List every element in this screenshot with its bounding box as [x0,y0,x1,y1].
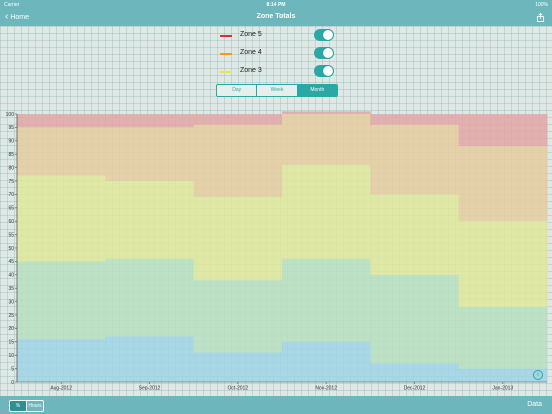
share-icon[interactable] [536,13,545,22]
segment-month[interactable]: Month [296,85,337,96]
area-band-0-4 [370,363,460,382]
y-tick-label: 25 [8,313,14,319]
y-tick-label: 30 [8,299,14,305]
y-tick-label: 50 [8,246,14,252]
toggle-knob [323,48,333,58]
y-tick-label: 65 [8,206,14,212]
page-title: Zone Totals [256,13,296,20]
area-band-0-0 [17,339,106,382]
area-band-2-5 [458,221,548,307]
zone-4-label: Zone 4 [240,49,262,56]
unit-segmented-control: % Hours [9,400,44,412]
x-tick-label: Aug-2012 [50,386,72,392]
segment-percent[interactable]: % [10,401,26,411]
navigation-bar: ‹ Home Zone Totals [0,10,552,26]
data-button[interactable]: Data [527,401,542,408]
zone-row-4: Zone 4 [220,47,340,61]
area-band-4-4 [370,114,460,125]
y-tick-label: 55 [8,232,14,238]
area-band-1-4 [370,274,460,364]
x-tick-label: Sep-2012 [139,386,161,392]
area-band-1-2 [193,280,283,353]
zone-5-swatch [220,35,232,37]
segment-week[interactable]: Week [256,85,296,96]
status-time: 8:14 PM [266,2,286,8]
zone-totals-chart: 0 5 10 15 20 25 30 35 40 45 50 55 60 65 70 75 80 85 90 95 10… [6,111,548,392]
y-tick-label: 40 [8,273,14,279]
zone-3-swatch [220,71,232,73]
x-tick-label: Nov-2012 [315,386,337,392]
y-tick-label: 85 [8,152,14,158]
y-tick-label: 70 [8,192,14,198]
y-tick-label: 20 [8,326,14,332]
zone-5-toggle[interactable] [314,29,334,41]
y-tick-label: 35 [8,286,14,292]
y-tick-label: 5 [11,366,14,372]
area-band-2-0 [17,175,106,262]
area-band-1-1 [105,258,195,337]
zone-4-toggle[interactable] [314,47,334,59]
area-band-3-4 [370,124,460,195]
area-band-0-1 [105,336,195,382]
zone-5-label: Zone 5 [240,31,262,38]
area-band-3-0 [17,127,106,176]
area-band-4-2 [193,114,283,125]
zone-row-5: Zone 5 [220,29,340,43]
area-band-3-5 [458,146,548,222]
area-band-0-3 [282,341,371,382]
y-tick-label: 0 [11,380,14,386]
y-tick-label: 60 [8,219,14,225]
status-bar: Carrier 8:14 PM 100% [0,0,552,10]
x-tick-label: Oct-2012 [228,386,249,392]
x-tick-label: Jan-2013 [492,386,513,392]
zone-3-label: Zone 3 [240,67,262,74]
chart-panel: Zone 5 Zone 4 Zone 3 Day Week Month 0 5 10… [0,26,552,396]
y-tick-label: 95 [8,125,14,131]
area-band-1-3 [282,258,371,342]
battery-label: 100% [535,2,548,8]
area-band-1-0 [17,261,106,340]
area-band-4-3 [282,111,371,114]
bottom-toolbar: % Hours Data [0,396,552,414]
segment-hours[interactable]: Hours [26,401,43,411]
area-band-3-3 [282,114,371,165]
y-tick-label: 80 [8,165,14,171]
area-band-4-1 [105,114,195,128]
y-tick-label: 10 [8,353,14,359]
area-band-3-1 [105,127,195,181]
area-band-1-5 [458,306,548,369]
info-icon[interactable]: i [533,370,543,380]
range-segmented-control: Day Week Month [216,84,338,97]
x-tick-label: Dec-2012 [404,386,426,392]
area-band-2-2 [193,197,283,281]
y-tick-label: 100 [6,112,15,118]
area-band-2-3 [282,164,371,259]
zone-3-toggle[interactable] [314,65,334,77]
segment-day[interactable]: Day [217,85,256,96]
y-tick-label: 75 [8,179,14,185]
area-band-0-2 [193,352,283,382]
area-band-2-4 [370,194,460,275]
area-band-4-0 [17,114,106,128]
toggle-knob [323,30,333,40]
toggle-knob [323,66,333,76]
zone-row-3: Zone 3 [220,65,340,79]
zone-4-swatch [220,53,232,55]
y-tick-label: 90 [8,139,14,145]
area-band-4-5 [458,114,548,147]
area-band-2-1 [105,181,195,259]
y-tick-label: 15 [8,340,14,346]
y-tick-label: 45 [8,259,14,265]
area-band-3-2 [193,124,283,198]
